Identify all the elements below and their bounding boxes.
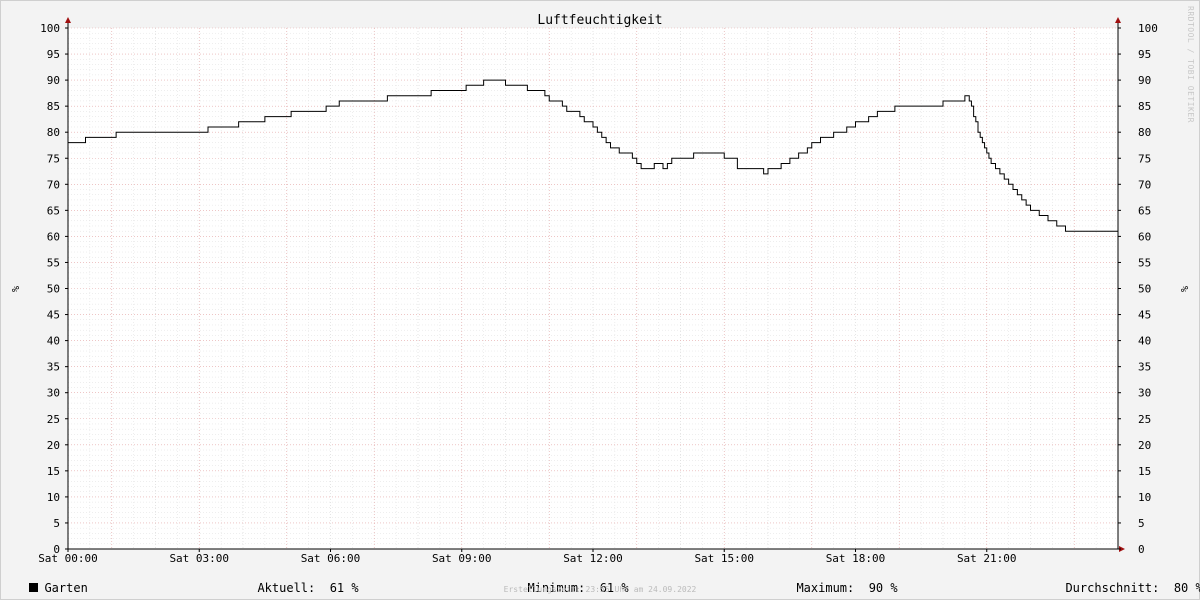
y-tick-label-left: 85	[47, 100, 60, 113]
y-tick-label-right: 15	[1138, 465, 1151, 478]
y-tick-label-left: 70	[47, 178, 60, 191]
x-tick-label: Sat 00:00	[38, 552, 98, 565]
x-tick-label: Sat 09:00	[432, 552, 492, 565]
y-tick-label-right: 45	[1138, 309, 1151, 322]
y-tick-label-right: 80	[1138, 126, 1151, 139]
humidity-chart: 0 05 510 1015 1520 2025 2530 3035 3540 4045 4550 50…	[9, 13, 1189, 565]
y-tick-label-right: 25	[1138, 413, 1151, 426]
y-tick-label-right: 60	[1138, 230, 1151, 243]
y-tick-label-left: 25	[47, 413, 60, 426]
chart-title: Luftfeuchtigkeit	[537, 13, 662, 28]
y-tick-label-right: 50	[1138, 283, 1151, 296]
y-tick-label-right: 20	[1138, 439, 1151, 452]
y-tick-label-right: 35	[1138, 361, 1151, 374]
y-tick-label-right: 0	[1138, 543, 1145, 556]
y-tick-label-left: 65	[47, 204, 60, 217]
y-tick-label-left: 5	[53, 517, 60, 530]
y-tick-label-right: 55	[1138, 256, 1151, 269]
creation-timestamp: Erstellungszeit: 23:55 Uhr am 24.09.2022	[503, 585, 697, 594]
y-axis-label-right: %	[1178, 286, 1189, 292]
x-tick-label: Sat 15:00	[694, 552, 754, 565]
x-tick-label: Sat 03:00	[169, 552, 229, 565]
rrdtool-watermark: RRDTOOL / TOBI OETIKER	[1186, 6, 1195, 123]
y-tick-label-right: 30	[1138, 387, 1151, 400]
y-tick-label-left: 80	[47, 126, 60, 139]
x-tick-label: Sat 21:00	[957, 552, 1017, 565]
y-tick-label-left: 10	[47, 491, 60, 504]
y-tick-label-right: 65	[1138, 204, 1151, 217]
x-tick-label: Sat 18:00	[826, 552, 886, 565]
y-axis-arrow-left	[65, 17, 71, 23]
y-tick-label-right: 70	[1138, 178, 1151, 191]
x-tick-label: Sat 06:00	[301, 552, 361, 565]
y-tick-label-right: 90	[1138, 74, 1151, 87]
y-axis-label-left: %	[9, 286, 20, 292]
y-tick-label-left: 15	[47, 465, 60, 478]
y-tick-label-left: 35	[47, 361, 60, 374]
y-tick-label-left: 100	[40, 22, 60, 35]
y-tick-label-left: 95	[47, 48, 60, 61]
y-tick-label-right: 100	[1138, 22, 1158, 35]
y-tick-label-right: 40	[1138, 335, 1151, 348]
y-tick-label-left: 60	[47, 230, 60, 243]
y-tick-label-left: 45	[47, 309, 60, 322]
x-tick-label: Sat 12:00	[563, 552, 623, 565]
y-tick-label-left: 40	[47, 335, 60, 348]
y-tick-label-left: 90	[47, 74, 60, 87]
y-tick-label-right: 95	[1138, 48, 1151, 61]
y-tick-label-left: 50	[47, 283, 60, 296]
y-tick-label-left: 55	[47, 256, 60, 269]
y-tick-label-left: 30	[47, 387, 60, 400]
y-tick-label-left: 75	[47, 152, 60, 165]
y-tick-label-right: 85	[1138, 100, 1151, 113]
y-tick-label-right: 75	[1138, 152, 1151, 165]
y-axis-arrow-right	[1115, 17, 1121, 23]
y-tick-label-right: 5	[1138, 517, 1145, 530]
y-tick-label-right: 10	[1138, 491, 1151, 504]
y-tick-label-left: 20	[47, 439, 60, 452]
